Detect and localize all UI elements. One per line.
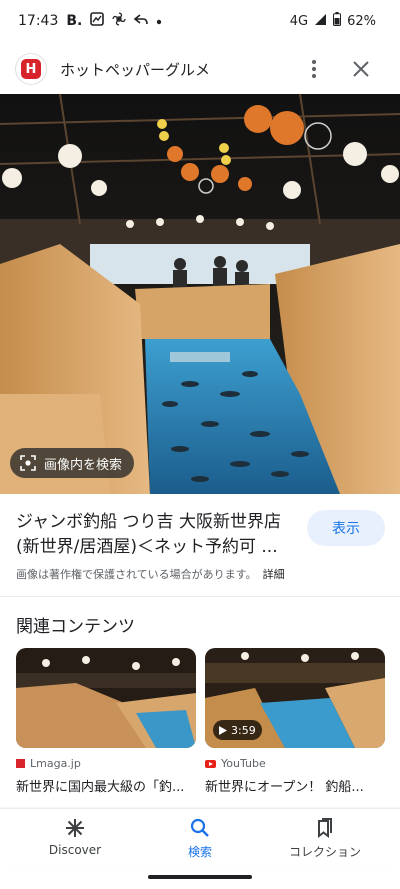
related-card-thumbnail bbox=[16, 648, 196, 748]
related-card-title: 新世界にオープン！ 釣船... bbox=[205, 780, 364, 795]
related-card-source: Lmaga.jp bbox=[16, 757, 196, 770]
status-left: 17:43 B. bbox=[18, 12, 162, 30]
dot-icon bbox=[156, 14, 162, 29]
search-inside-image-label: 画像内を検索 bbox=[44, 457, 123, 473]
asterisk-icon bbox=[66, 819, 84, 837]
restaurant-photo[interactable] bbox=[0, 94, 400, 494]
signal-icon bbox=[314, 13, 327, 30]
youtube-icon bbox=[205, 759, 216, 768]
video-duration: 3:59 bbox=[213, 720, 262, 740]
status-bar: 17:43 B. 4G 62% bbox=[0, 0, 400, 42]
bottom-navigation: Discover 検索 コレクション bbox=[0, 809, 400, 871]
lens-icon bbox=[20, 455, 36, 471]
app-title: ホットペッパーグルメ bbox=[60, 61, 211, 79]
result-title[interactable]: ジャンボ釣船 つり吉 大阪新世界店(新世界/居酒屋)＜ネット予約可 ... bbox=[16, 510, 296, 560]
restaurant-interior-illustration bbox=[0, 94, 400, 494]
lmaga-logo-icon bbox=[16, 759, 25, 768]
related-card-thumbnail: 3:59 bbox=[205, 648, 385, 748]
copyright-notice: 画像は著作権で保護されている場合があります。 詳細 bbox=[16, 566, 285, 582]
visit-button[interactable]: 表示 bbox=[307, 510, 385, 546]
status-right: 4G 62% bbox=[290, 12, 376, 30]
battery-icon bbox=[333, 12, 342, 30]
nav-discover-label: Discover bbox=[48, 843, 102, 857]
network-type: 4G bbox=[289, 13, 309, 29]
source-name: Lmaga.jp bbox=[30, 757, 81, 770]
related-card-lmaga[interactable]: Lmaga.jp 新世界に国内最大級の「釣... bbox=[16, 648, 196, 795]
app-header: H ホットペッパーグルメ bbox=[0, 42, 400, 94]
related-card-source: YouTube bbox=[205, 757, 385, 770]
app-logo: H bbox=[16, 54, 46, 84]
details-link[interactable]: 詳細 bbox=[263, 568, 285, 581]
search-inside-image-button[interactable]: 画像内を検索 bbox=[10, 448, 135, 478]
play-icon bbox=[219, 725, 227, 735]
bookmarks-icon bbox=[318, 818, 332, 839]
related-card-title: 新世界に国内最大級の「釣... bbox=[16, 780, 185, 795]
close-icon bbox=[353, 61, 369, 77]
status-time: 17:43 bbox=[18, 13, 59, 29]
source-name: YouTube bbox=[221, 757, 266, 770]
hotpepper-logo-icon: H bbox=[21, 59, 41, 79]
nav-collections-label: コレクション bbox=[288, 845, 361, 859]
more-vert-icon bbox=[311, 59, 317, 79]
related-card-youtube[interactable]: 3:59 YouTube 新世界にオープン！ 釣船... bbox=[205, 648, 385, 795]
photo-icon bbox=[90, 12, 105, 30]
divider bbox=[0, 596, 400, 597]
more-options-button[interactable] bbox=[302, 56, 326, 82]
nav-discover[interactable]: Discover bbox=[20, 817, 130, 857]
home-indicator[interactable] bbox=[148, 875, 252, 879]
copyright-text: 画像は著作権で保護されている場合があります。 bbox=[16, 568, 257, 581]
duration-text: 3:59 bbox=[231, 723, 256, 737]
nav-search-label: 検索 bbox=[187, 845, 212, 859]
battery-level: 62% bbox=[347, 13, 376, 29]
close-button[interactable] bbox=[348, 56, 374, 82]
search-icon bbox=[190, 818, 209, 837]
nav-search[interactable]: 検索 bbox=[145, 817, 255, 860]
nav-collections[interactable]: コレクション bbox=[270, 817, 380, 860]
reply-icon bbox=[134, 12, 149, 30]
pinwheel-icon bbox=[112, 12, 126, 30]
b-notification-icon: B. bbox=[66, 13, 83, 29]
related-content-title: 関連コンテンツ bbox=[16, 617, 135, 637]
